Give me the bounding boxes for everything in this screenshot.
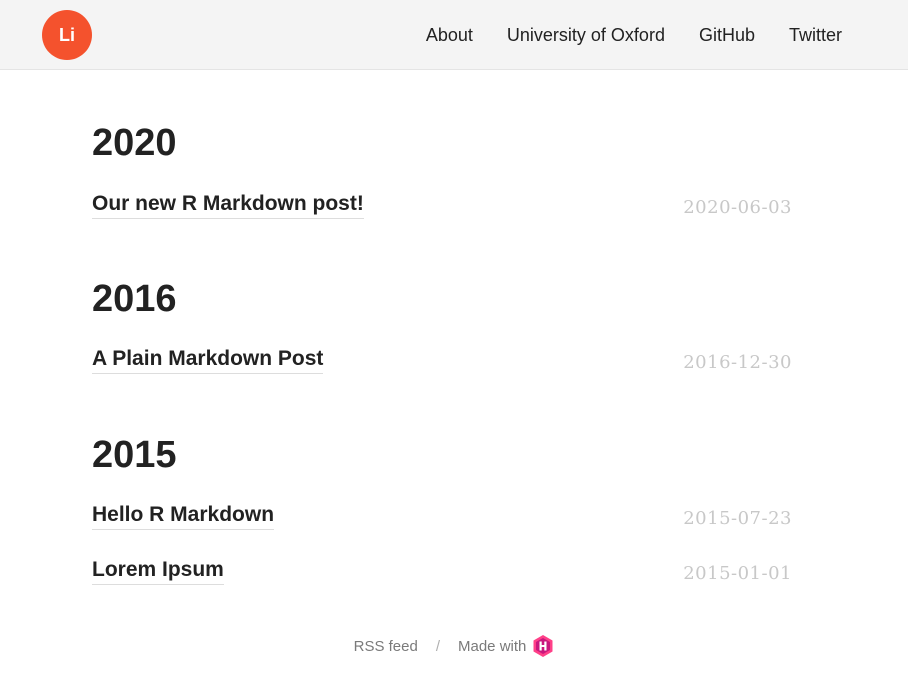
post-date: 2015-01-01: [683, 563, 792, 584]
rss-feed-link[interactable]: RSS feed: [354, 638, 418, 655]
nav-twitter[interactable]: Twitter: [789, 25, 842, 46]
post-title-link[interactable]: Lorem Ipsum: [92, 558, 224, 585]
site-logo[interactable]: Li: [42, 10, 92, 60]
nav-university-of-oxford[interactable]: University of Oxford: [507, 25, 665, 46]
footer-separator: /: [435, 637, 440, 655]
post-title-link[interactable]: Hello R Markdown: [92, 503, 275, 530]
nav-about[interactable]: About: [426, 25, 473, 46]
site-footer: RSS feed / Made with: [0, 634, 908, 658]
list-item: Hello R Markdown 2015-07-23: [92, 503, 792, 533]
hugo-logo-icon[interactable]: [532, 634, 554, 658]
post-title-link[interactable]: Our new R Markdown post!: [92, 192, 364, 219]
post-date: 2020-06-03: [683, 197, 792, 218]
site-header: Li About University of Oxford GitHub Twi…: [0, 0, 908, 70]
main-nav: About University of Oxford GitHub Twitte…: [426, 0, 842, 70]
list-item: A Plain Markdown Post 2016-12-30: [92, 347, 792, 377]
list-item: Our new R Markdown post! 2020-06-03: [92, 192, 792, 222]
nav-github[interactable]: GitHub: [699, 25, 755, 46]
post-date: 2016-12-30: [683, 352, 792, 373]
year-heading: 2016: [92, 278, 177, 320]
post-title-link[interactable]: A Plain Markdown Post: [92, 347, 324, 374]
post-date: 2015-07-23: [683, 508, 792, 529]
year-heading: 2015: [92, 434, 177, 476]
year-heading: 2020: [92, 122, 177, 164]
made-with-label: Made with: [458, 637, 527, 655]
list-item: Lorem Ipsum 2015-01-01: [92, 558, 792, 588]
